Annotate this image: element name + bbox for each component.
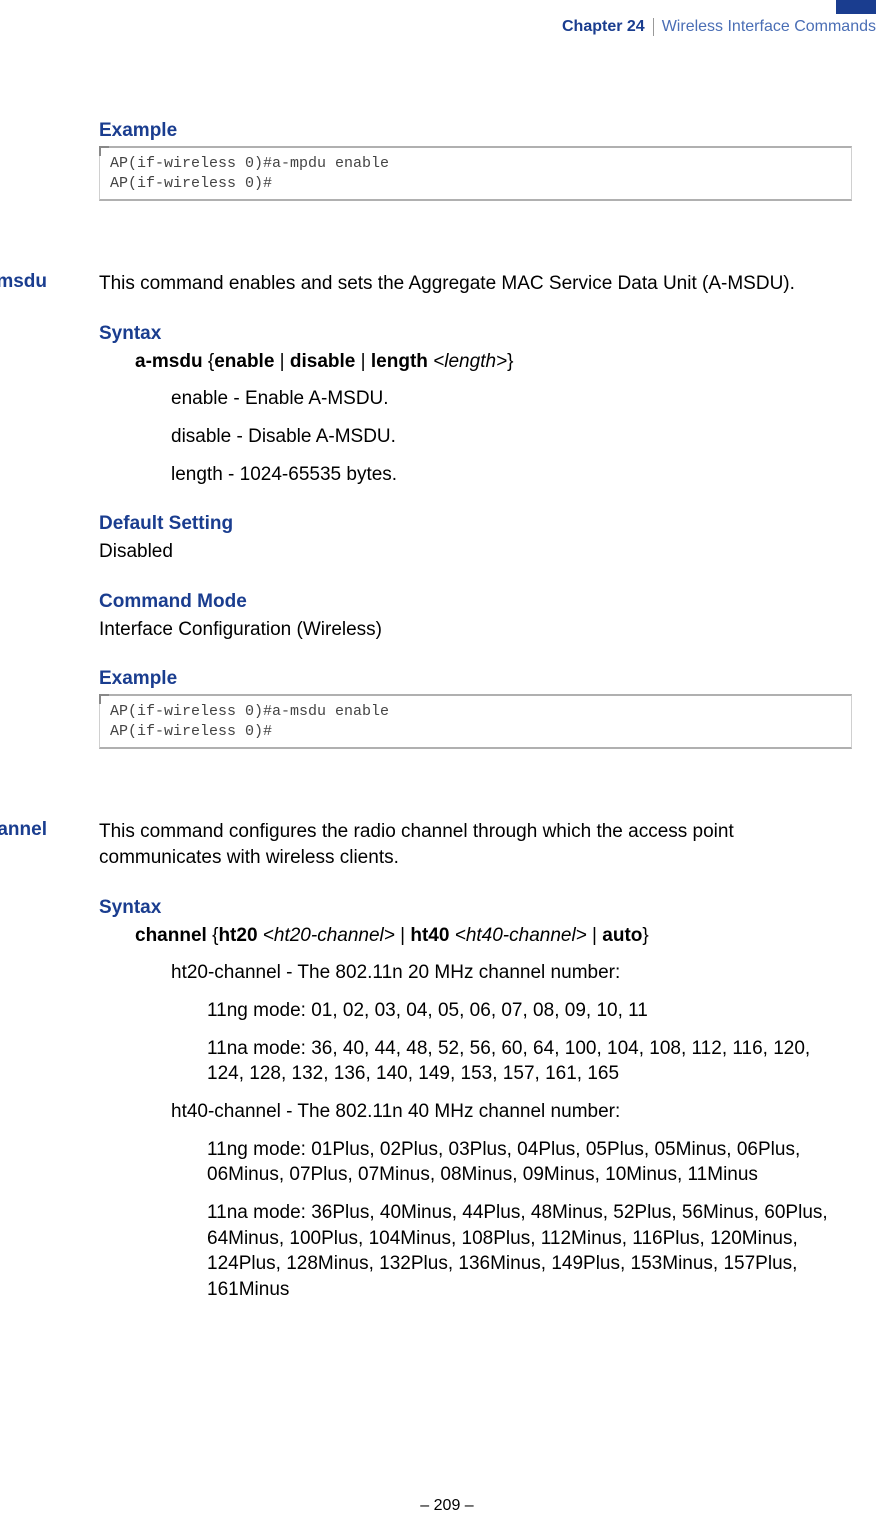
- param-ht40-ng: 11ng mode: 01Plus, 02Plus, 03Plus, 04Plu…: [207, 1137, 852, 1188]
- param-length-italic: length: [171, 464, 223, 485]
- syntax-length-arg: <length>: [433, 351, 507, 372]
- syntax-ht20-arg: <ht20-channel>: [263, 925, 395, 946]
- cmdmode-value: Interface Configuration (Wireless): [99, 617, 852, 643]
- param-ht40: ht40-channel - The 802.11n 40 MHz channe…: [171, 1099, 852, 1125]
- param-ht20: ht20-channel - The 802.11n 20 MHz channe…: [171, 960, 852, 986]
- page-header: Chapter 24 Wireless Interface Commands: [562, 18, 894, 36]
- param-enable-bold: enable: [171, 388, 228, 409]
- syntax-ht40-arg: <ht40-channel>: [455, 925, 587, 946]
- syntax-auto: auto: [602, 925, 642, 946]
- param-disable-rest: - Disable A-MSDU.: [231, 426, 396, 447]
- chapter-number: Chapter 24: [562, 18, 645, 36]
- example-heading-amsdu: Example: [99, 668, 852, 690]
- default-heading: Default Setting: [99, 513, 852, 535]
- channel-intro: This command configures the radio channe…: [99, 819, 852, 870]
- section-example-ampdu: Example AP(if-wireless 0)#a-mpdu enable …: [0, 120, 852, 201]
- section-channel: channel This command configures the radi…: [0, 819, 852, 1302]
- param-length: length - 1024-65535 bytes.: [171, 462, 852, 488]
- page-footer: – 209 –: [0, 1497, 894, 1515]
- param-length-rest: - 1024-65535 bytes.: [223, 464, 397, 485]
- param-ht40-italic: ht40-channel: [171, 1101, 281, 1122]
- param-ht20-italic: ht20-channel: [171, 962, 281, 983]
- command-label-amsdu: a-msdu: [0, 271, 47, 293]
- default-value: Disabled: [99, 539, 852, 565]
- syntax-disable: disable: [290, 351, 355, 372]
- param-ht40-rest: - The 802.11n 40 MHz channel number:: [281, 1101, 620, 1122]
- param-enable-rest: - Enable A-MSDU.: [228, 388, 389, 409]
- code-block-amsdu: AP(if-wireless 0)#a-msdu enable AP(if-wi…: [99, 694, 852, 749]
- chapter-title: Wireless Interface Commands: [662, 18, 894, 36]
- amsdu-syntax: a-msdu {enable | disable | length <lengt…: [135, 349, 852, 375]
- syntax-ht40: ht40: [410, 925, 449, 946]
- syntax-heading-channel: Syntax: [99, 897, 852, 919]
- syntax-heading: Syntax: [99, 323, 852, 345]
- param-disable-bold: disable: [171, 426, 231, 447]
- syntax-enable: enable: [214, 351, 274, 372]
- param-disable: disable - Disable A-MSDU.: [171, 424, 852, 450]
- param-enable: enable - Enable A-MSDU.: [171, 386, 852, 412]
- param-ht20-ng: 11ng mode: 01, 02, 03, 04, 05, 06, 07, 0…: [207, 998, 852, 1024]
- cmdmode-heading: Command Mode: [99, 591, 852, 613]
- command-label-channel: channel: [0, 819, 47, 841]
- param-ht20-rest: - The 802.11n 20 MHz channel number:: [281, 962, 620, 983]
- amsdu-intro: This command enables and sets the Aggreg…: [99, 271, 852, 297]
- header-accent: [836, 0, 876, 14]
- syntax-ht20: ht20: [218, 925, 257, 946]
- page-number: – 209 –: [420, 1497, 473, 1514]
- syntax-length: length: [371, 351, 428, 372]
- param-ht20-na: 11na mode: 36, 40, 44, 48, 52, 56, 60, 6…: [207, 1036, 852, 1087]
- param-ht40-na: 11na mode: 36Plus, 40Minus, 44Plus, 48Mi…: [207, 1200, 852, 1303]
- syntax-cmd: a-msdu: [135, 351, 203, 372]
- channel-syntax: channel {ht20 <ht20-channel> | ht40 <ht4…: [135, 923, 852, 949]
- header-divider: [653, 18, 654, 36]
- section-amsdu: a-msdu This command enables and sets the…: [0, 271, 852, 749]
- syntax-cmd-channel: channel: [135, 925, 207, 946]
- example-heading: Example: [99, 120, 852, 142]
- code-block-ampdu: AP(if-wireless 0)#a-mpdu enable AP(if-wi…: [99, 146, 852, 201]
